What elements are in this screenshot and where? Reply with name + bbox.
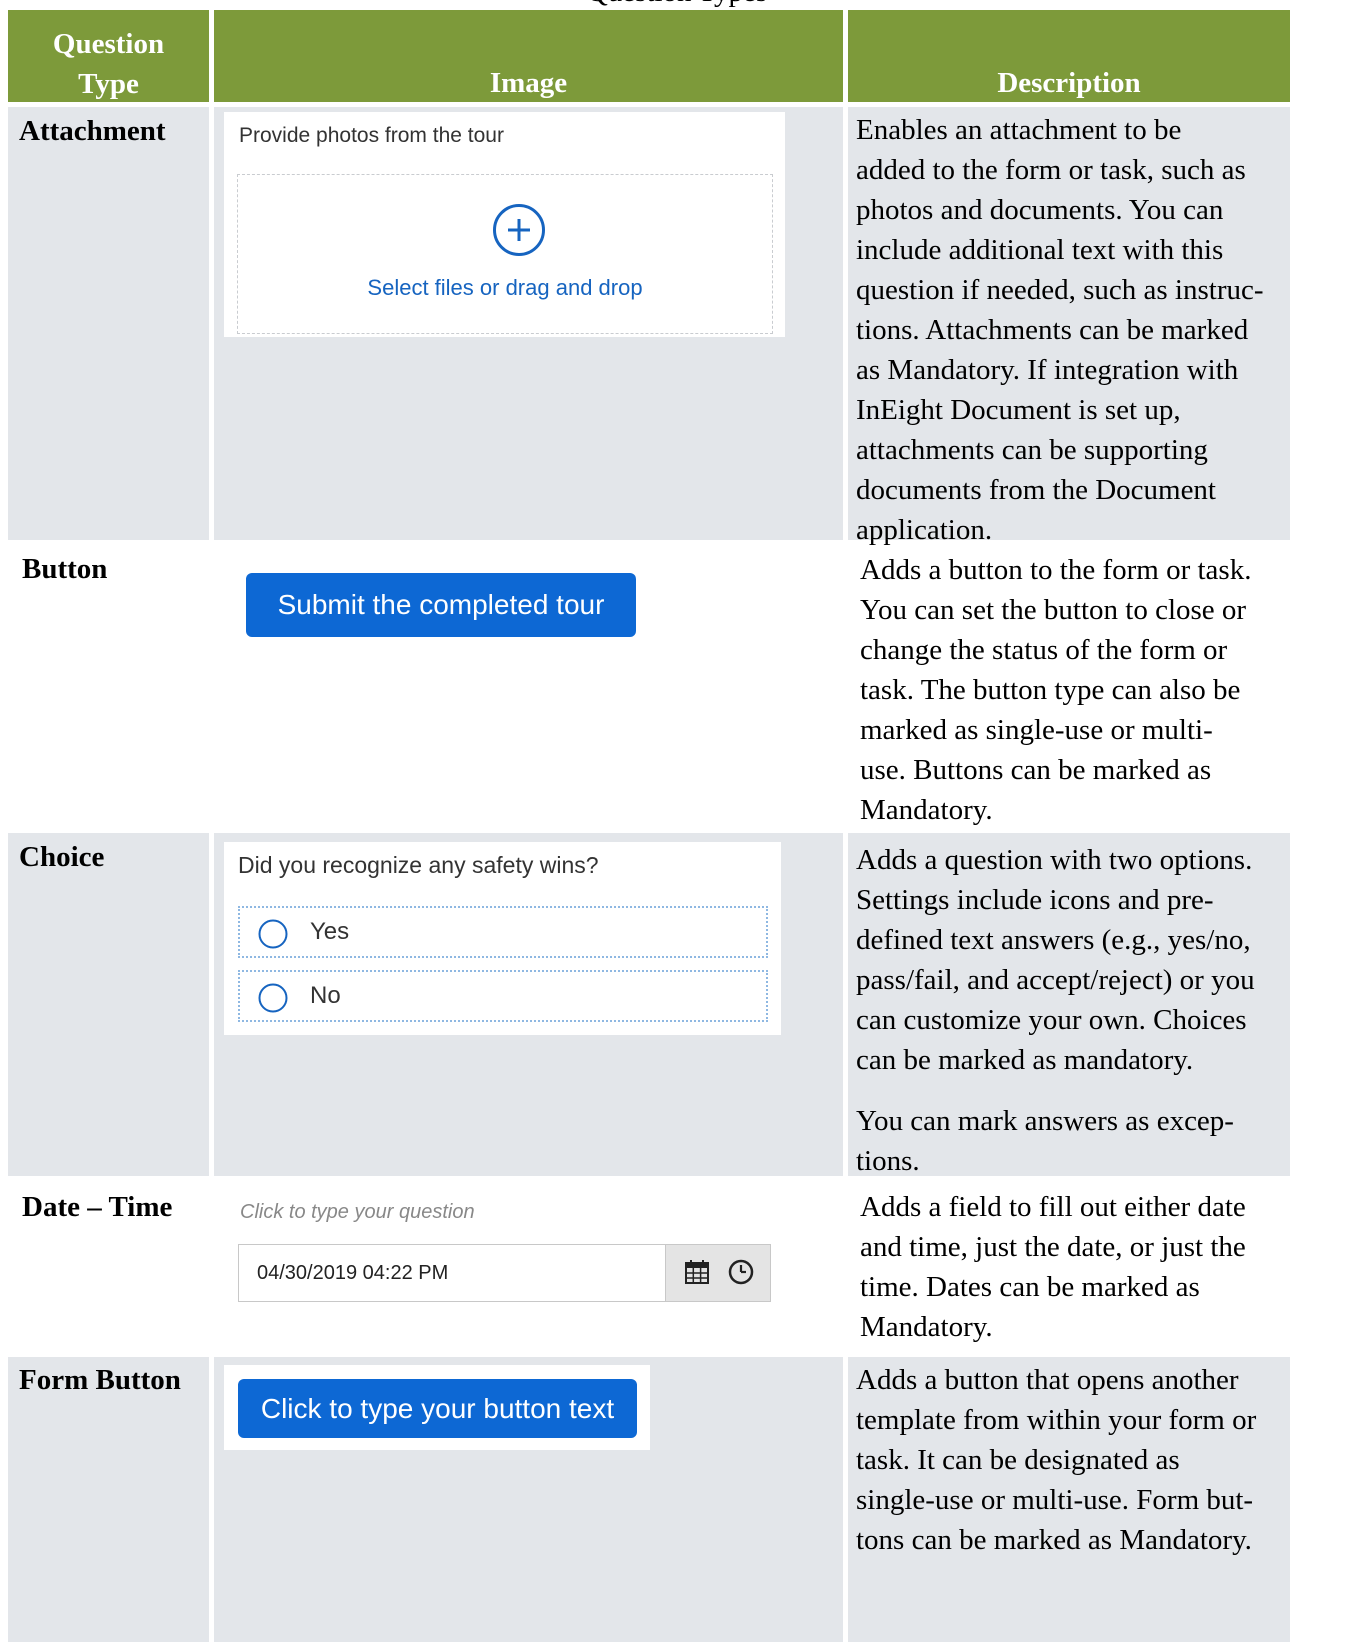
row-button-description: Adds a button to the form or task. You c… (860, 550, 1290, 830)
clock-icon[interactable] (728, 1259, 754, 1285)
row-attachment-image-cell: Provide photos from the tour Select file… (214, 107, 843, 540)
row-choice-description: Adds a question with two options. Settin… (856, 840, 1290, 1080)
datetime-value[interactable]: 04/30/2019 04:22 PM (257, 1262, 448, 1285)
row-formbutton-type: Form Button (19, 1364, 181, 1396)
row-choice-description-extra: You can mark answers as excep- tions. (856, 1101, 1290, 1181)
caption-clip: Question Types (0, 0, 1354, 10)
desc-line: question if needed, such as instruc- (856, 274, 1264, 306)
desc-line: tions. (856, 1145, 920, 1177)
table-caption: Question Types (0, 0, 1354, 9)
attachment-dropzone[interactable]: Select files or drag and drop (237, 174, 773, 334)
desc-line: InEight Document is set up, (856, 394, 1181, 426)
desc-line: change the status of the form or (860, 634, 1228, 666)
radio-unchecked-icon[interactable] (258, 983, 288, 1013)
desc-line: marked as single-use or multi- (860, 714, 1213, 746)
choice-option-label[interactable]: Yes (310, 918, 349, 946)
row-formbutton-desc-cell: Adds a button that opens another templat… (848, 1357, 1290, 1642)
radio-unchecked-icon[interactable] (258, 919, 288, 949)
desc-line: pass/fail, and accept/reject) or you (856, 964, 1255, 996)
desc-line: defined text answers (e.g., yes/no, (856, 924, 1251, 956)
desc-line: Adds a question with two options. (856, 844, 1253, 876)
datetime-addon (665, 1244, 771, 1302)
row-choice-type: Choice (19, 841, 105, 873)
desc-line: tons can be marked as Mandatory. (856, 1524, 1252, 1556)
datetime-question-hint[interactable]: Click to type your question (240, 1201, 475, 1224)
header-question-type: Question Type (8, 10, 209, 102)
calendar-icon[interactable] (684, 1259, 710, 1285)
row-attachment-type: Attachment (19, 115, 166, 147)
row-choice-type-cell: Choice (8, 833, 209, 1176)
desc-line: application. (856, 514, 993, 546)
desc-line: single-use or multi-use. Form but- (856, 1484, 1254, 1516)
choice-question: Did you recognize any safety wins? (238, 852, 599, 878)
row-attachment-description: Enables an attachment to be added to the… (856, 110, 1290, 550)
row-formbutton-image-cell: Click to type your button text (214, 1357, 843, 1642)
header-description: Description (848, 10, 1290, 102)
desc-line: documents from the Document (856, 474, 1216, 506)
desc-line: can customize your own. Choices (856, 1004, 1247, 1036)
row-datetime-desc-cell: Adds a field to fill out either date and… (848, 1181, 1290, 1352)
plus-circle-icon[interactable] (492, 203, 546, 257)
desc-line: Mandatory. (860, 794, 993, 826)
row-button-desc-cell: Adds a button to the form or task. You c… (848, 545, 1290, 828)
row-formbutton-description: Adds a button that opens another templat… (856, 1360, 1290, 1560)
row-formbutton-type-cell: Form Button (8, 1357, 209, 1642)
desc-line: include additional text with this (856, 234, 1224, 266)
desc-line: can be marked as mandatory. (856, 1044, 1194, 1076)
desc-line: Settings include icons and pre- (856, 884, 1214, 916)
header-image-label: Image (489, 67, 568, 99)
desc-line: and time, just the date, or just the (860, 1231, 1246, 1263)
attachment-label: Provide photos from the tour (239, 124, 504, 147)
desc-line: You can set the button to close or (860, 594, 1247, 626)
form-button-widget: Click to type your button text (224, 1365, 650, 1450)
header-description-label: Description (997, 67, 1141, 99)
row-choice-image-cell: Did you recognize any safety wins? Yes N… (214, 833, 843, 1176)
desc-line: added to the form or task, such as (856, 154, 1246, 186)
desc-line: task. The button type can also be (860, 674, 1241, 706)
attachment-drop-text[interactable]: Select files or drag and drop (238, 275, 772, 301)
header-question-type-label: Question Type (52, 28, 165, 100)
header-image: Image (214, 10, 843, 102)
desc-line: task. It can be designated as (856, 1444, 1180, 1476)
choice-option-label[interactable]: No (310, 982, 341, 1010)
desc-line: Adds a button that opens another (856, 1364, 1239, 1396)
attachment-widget: Provide photos from the tour Select file… (224, 112, 785, 337)
row-datetime-type-cell: Date – Time (8, 1181, 209, 1352)
form-button[interactable]: Click to type your button text (238, 1379, 637, 1438)
choice-widget: Did you recognize any safety wins? Yes N… (224, 842, 781, 1035)
row-choice-desc-cell: Adds a question with two options. Settin… (848, 833, 1290, 1177)
desc-line: template from within your form or (856, 1404, 1257, 1436)
row-button-type-cell: Button (8, 545, 209, 828)
desc-line: photos and documents. You can (856, 194, 1224, 226)
row-attachment-type-cell: Attachment (8, 107, 209, 540)
desc-line: time. Dates can be marked as (860, 1271, 1200, 1303)
desc-line: tions. Attachments can be marked (856, 314, 1249, 346)
row-button-type: Button (22, 553, 108, 585)
desc-line: as Mandatory. If integration with (856, 354, 1239, 386)
submit-tour-button[interactable]: Submit the completed tour (246, 573, 636, 637)
row-datetime-description: Adds a field to fill out either date and… (860, 1187, 1290, 1347)
row-datetime-type: Date – Time (22, 1191, 173, 1223)
row-button-image-cell: Submit the completed tour (214, 545, 843, 828)
datetime-input[interactable]: 04/30/2019 04:22 PM (238, 1244, 666, 1302)
row-datetime-image-cell: Click to type your question 04/30/2019 0… (214, 1181, 843, 1352)
desc-line: Adds a field to fill out either date (860, 1191, 1246, 1223)
choice-option-yes[interactable]: Yes (238, 906, 768, 958)
desc-line: attachments can be supporting (856, 434, 1208, 466)
row-attachment-desc-cell: Enables an attachment to be added to the… (848, 107, 1290, 546)
desc-line: use. Buttons can be marked as (860, 754, 1212, 786)
desc-line: Mandatory. (860, 1311, 993, 1343)
desc-line: Adds a button to the form or task. (860, 554, 1252, 586)
desc-line: You can mark answers as excep- (856, 1105, 1234, 1137)
choice-option-no[interactable]: No (238, 970, 768, 1022)
desc-line: Enables an attachment to be (856, 114, 1182, 146)
